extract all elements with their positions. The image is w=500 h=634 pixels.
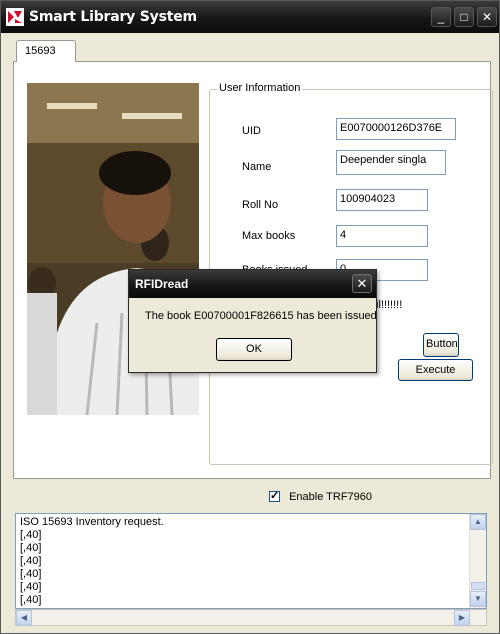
horizontal-scrollbar[interactable]: ◀ ▶ <box>15 609 487 626</box>
close-icon: ✕ <box>481 10 493 24</box>
minimize-button[interactable]: _ <box>431 7 451 27</box>
maximize-button[interactable]: □ <box>454 7 474 27</box>
execute-button[interactable]: Execute <box>398 359 473 381</box>
tab-label: 15693 <box>25 45 56 57</box>
close-icon: ✕ <box>356 276 368 291</box>
max-books-field[interactable]: 4 <box>336 225 428 247</box>
rfidread-dialog: RFIDread ✕ The book E00700001F826615 has… <box>128 269 377 373</box>
uid-field[interactable]: E0070000126D376E <box>336 118 456 140</box>
button1[interactable]: Button1 <box>423 333 459 357</box>
log-line: [,40] <box>20 555 42 567</box>
status-text: il!!!!!!! <box>376 299 403 311</box>
uid-label: UID <box>242 125 261 137</box>
enable-trf-row[interactable]: Enable TRF7960 <box>269 489 373 503</box>
dialog-title-bar[interactable]: RFIDread ✕ <box>129 270 376 298</box>
maximize-icon: □ <box>460 10 468 24</box>
dialog-title: RFIDread <box>135 277 189 291</box>
log-line: [,40] <box>20 529 42 541</box>
name-field[interactable]: Deepender singla <box>336 150 446 175</box>
log-line: [,40] <box>20 542 42 554</box>
log-lines: ISO 15693 Inventory request. [,40] [,40]… <box>20 516 164 607</box>
enable-trf-label: Enable TRF7960 <box>289 491 373 503</box>
log-line: [,40] <box>20 581 42 593</box>
log-line: [,40] <box>20 594 42 606</box>
roll-no-label: Roll No <box>242 199 279 211</box>
ok-button[interactable]: OK <box>216 338 292 361</box>
main-window: Smart Library System _ □ ✕ 15693 User In… <box>0 0 500 634</box>
dialog-message: The book E00700001F826615 has been issue… <box>145 310 377 322</box>
minimize-icon: _ <box>437 10 445 24</box>
log-line: [,40] <box>20 568 42 580</box>
roll-no-field[interactable]: 100904023 <box>336 189 428 211</box>
dialog-close-button[interactable]: ✕ <box>352 274 372 293</box>
window-title: Smart Library System <box>29 9 197 25</box>
log-line: ISO 15693 Inventory request. <box>20 516 164 528</box>
scroll-down-icon[interactable]: ▼ <box>470 591 486 607</box>
scroll-left-icon[interactable]: ◀ <box>16 610 32 626</box>
tab-15693[interactable]: 15693 <box>16 40 76 62</box>
close-button[interactable]: ✕ <box>477 7 497 27</box>
scroll-thumb[interactable] <box>471 582 485 590</box>
max-books-label: Max books <box>242 230 296 242</box>
group-title: User Information <box>217 82 303 94</box>
log-textbox[interactable]: ISO 15693 Inventory request. [,40] [,40]… <box>15 513 487 609</box>
title-bar[interactable]: Smart Library System _ □ ✕ <box>1 1 499 33</box>
app-icon <box>6 8 24 26</box>
vertical-scrollbar[interactable]: ▲ ▼ <box>469 514 486 608</box>
scroll-right-icon[interactable]: ▶ <box>454 610 470 626</box>
enable-trf-checkbox[interactable] <box>269 489 280 502</box>
name-label: Name <box>242 161 272 173</box>
scroll-up-icon[interactable]: ▲ <box>470 514 486 530</box>
